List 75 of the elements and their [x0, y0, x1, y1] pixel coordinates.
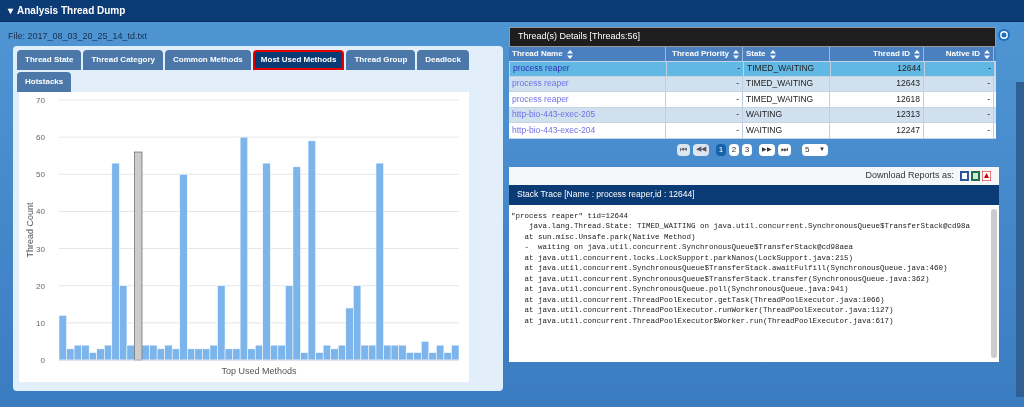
sort-icon	[566, 49, 573, 59]
table-cell: -	[666, 76, 743, 91]
table-cell: -	[924, 76, 994, 91]
chart-bar	[164, 344, 173, 361]
table-cell: 12313	[830, 107, 924, 122]
first-page-button[interactable]: ⏮	[677, 143, 690, 156]
tab[interactable]: Common Methods	[165, 50, 251, 70]
table-cell: TIMED_WAITING	[744, 62, 831, 76]
pdf-icon[interactable]	[982, 170, 991, 181]
table-cell: http-bio-443-exec-204	[509, 123, 666, 138]
table-cell: WAITING	[743, 107, 830, 122]
x-axis-title: Top Used Methods	[221, 366, 297, 376]
table-cell: 12618	[830, 92, 924, 107]
file-label: File: 2017_08_03_20_25_14_td.txt	[8, 30, 149, 43]
table-cell: process reaper	[509, 76, 666, 91]
panel-title: Analysis Thread Dump	[17, 4, 126, 18]
caret-icon: ▾	[8, 3, 13, 18]
scrollbar[interactable]	[991, 208, 997, 358]
y-tick-label: 40	[36, 207, 45, 217]
table-title: Thread(s) Details [Threads:56]	[509, 27, 996, 47]
table-cell: -	[667, 62, 744, 76]
y-axis-title: Thread Count	[25, 202, 35, 258]
chart-bar	[390, 344, 399, 361]
y-tick-label: 10	[36, 318, 45, 328]
download-label: Download Reports as:	[865, 168, 954, 182]
table-cell: 12643	[830, 76, 924, 91]
table-cell: TIMED_WAITING	[743, 76, 830, 91]
table-cell: -	[924, 92, 994, 107]
page-button[interactable]: 3	[742, 143, 752, 156]
table-cell: -	[666, 123, 743, 138]
y-tick-label: 50	[36, 170, 45, 180]
table-cell: -	[666, 92, 743, 107]
table-cell: http-bio-443-exec-205	[509, 107, 666, 122]
chart-bar	[330, 348, 339, 361]
chart-bar	[156, 348, 165, 361]
y-tick-label: 30	[36, 244, 45, 254]
y-tick-label: 0	[40, 356, 45, 365]
tab[interactable]: Hotstacks	[17, 72, 72, 92]
chart-bar	[194, 348, 203, 361]
tab[interactable]: Deadlock	[417, 50, 469, 70]
panel-header[interactable]: ▾ Analysis Thread Dump	[0, 0, 1024, 22]
sort-icon	[914, 49, 920, 59]
tab[interactable]: Thread Group	[346, 50, 416, 70]
sort-icon	[769, 49, 776, 59]
tab[interactable]: Most Used Methods	[252, 50, 345, 70]
table-cell: -	[666, 107, 743, 122]
chart-bar	[73, 344, 82, 361]
last-page-button[interactable]: ⏭	[778, 143, 791, 156]
document-icon[interactable]	[960, 170, 969, 181]
table-cell: process reaper	[509, 92, 666, 107]
y-tick-label: 70	[36, 96, 45, 105]
y-tick-label: 60	[36, 133, 45, 143]
table-cell: -	[924, 123, 994, 138]
chart-bar	[149, 344, 158, 361]
table-cell: WAITING	[743, 123, 830, 138]
refresh-icon[interactable]	[998, 29, 1010, 41]
table-row[interactable]: process reaper - TIMED_WAITING 12644 -	[509, 61, 996, 77]
y-tick-label: 20	[36, 281, 45, 291]
table-cell: -	[924, 107, 994, 122]
table-cell: 12644	[831, 62, 925, 76]
table-cell: TIMED_WAITING	[743, 92, 830, 107]
table-row[interactable]: http-bio-443-exec-204 - WAITING 12247 -	[509, 123, 996, 139]
sort-icon	[984, 49, 990, 59]
sort-icon	[733, 49, 739, 59]
page-scrollbar[interactable]	[1016, 82, 1024, 397]
table-cell: 12247	[830, 123, 924, 138]
page-button[interactable]: 2	[729, 143, 739, 156]
table-row[interactable]: process reaper - TIMED_WAITING 12618 -	[509, 92, 996, 108]
page-button[interactable]: 1	[716, 143, 726, 156]
stack-trace-title: Stack Trace [Name : process reaper,id : 12644]	[509, 184, 999, 205]
tab[interactable]: Thread Category	[83, 50, 164, 70]
spreadsheet-icon[interactable]	[971, 170, 980, 181]
table-cell: -	[925, 62, 995, 76]
tab[interactable]: Thread State	[17, 50, 82, 70]
table-cell: process reaper	[510, 62, 667, 76]
